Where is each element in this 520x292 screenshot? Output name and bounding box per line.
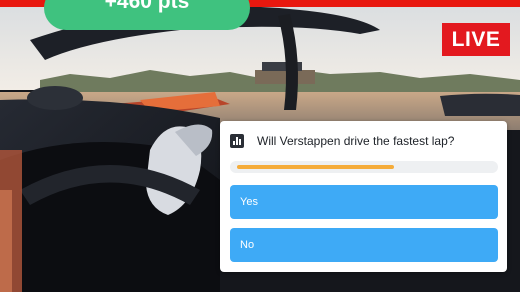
points-text: +460 pts [104, 0, 190, 13]
live-badge: LIVE [442, 23, 510, 56]
bar-chart-icon [230, 134, 244, 148]
points-badge: +460 pts [44, 0, 250, 30]
poll-timer-progress-fill [237, 165, 394, 169]
poll-option-yes[interactable]: Yes [230, 185, 498, 219]
poll-question: Will Verstappen drive the fastest lap? [257, 134, 455, 148]
poll-option-no[interactable]: No [230, 228, 498, 262]
poll-timer-progress [230, 161, 498, 173]
poll-card: Will Verstappen drive the fastest lap? Y… [220, 121, 507, 272]
poll-header: Will Verstappen drive the fastest lap? [230, 132, 497, 150]
